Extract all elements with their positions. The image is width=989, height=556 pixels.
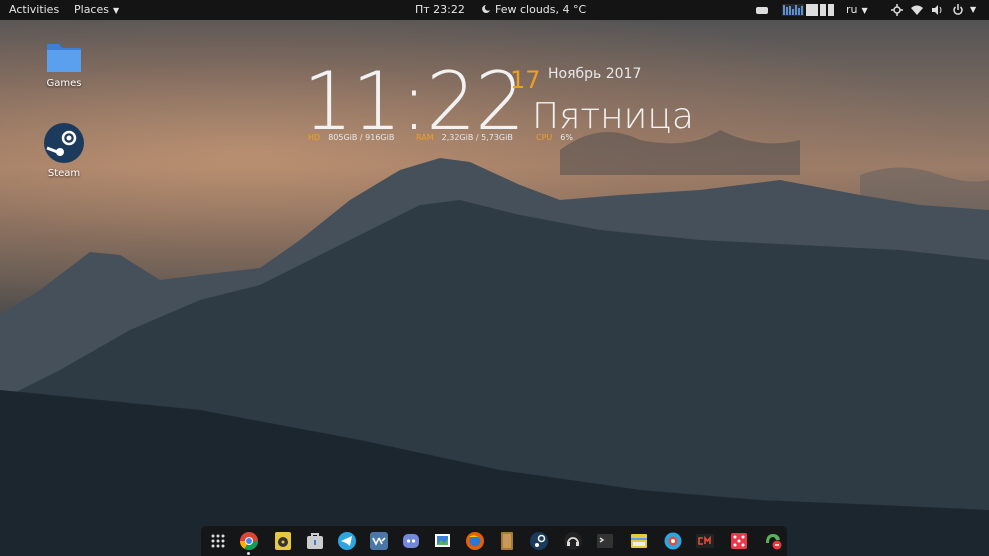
conky-stat-ram: RAM 2,32GiB / 5,73GiB: [416, 133, 513, 142]
places-label: Places: [74, 3, 109, 16]
stat-value: 2,32GiB / 5,73GiB: [441, 133, 513, 142]
chevron-down-icon[interactable]: ▼: [970, 0, 976, 20]
wifi-icon[interactable]: [911, 4, 923, 16]
stat-value: 6%: [560, 133, 573, 142]
vk-icon[interactable]: [369, 531, 389, 551]
stat-key: RAM: [416, 133, 434, 142]
conky-weekday: Пятница: [532, 96, 694, 137]
headset-icon[interactable]: [563, 531, 583, 551]
conky-day: 17: [510, 66, 541, 94]
tray-app-icon[interactable]: [755, 4, 769, 16]
cm-icon[interactable]: [695, 531, 715, 551]
image-viewer-icon[interactable]: [433, 531, 453, 551]
dice-icon[interactable]: [729, 531, 749, 551]
desktop-icon-label: Steam: [47, 168, 81, 179]
firefox-icon[interactable]: [465, 531, 485, 551]
telegram-icon[interactable]: [337, 531, 357, 551]
system-monitor-icon[interactable]: [782, 4, 834, 16]
stat-key: CPU: [536, 133, 553, 142]
crosshair-icon[interactable]: [891, 4, 903, 16]
conky-month-year: Ноябрь 2017: [548, 66, 642, 82]
moon-cloud-icon: [482, 5, 490, 13]
running-indicator: [247, 552, 250, 555]
software-store-icon[interactable]: [305, 531, 325, 551]
update-icon[interactable]: [763, 531, 783, 551]
clock-button[interactable]: Пт 23:22: [415, 0, 465, 20]
weather-button[interactable]: Few clouds, 4 °C: [481, 0, 586, 20]
language-label: ru: [846, 3, 858, 16]
folder-icon: [47, 44, 81, 72]
places-menu[interactable]: Places ▼: [74, 0, 119, 20]
chevron-down-icon: ▼: [861, 6, 868, 15]
volume-icon[interactable]: [931, 4, 943, 16]
terminal-icon[interactable]: [595, 531, 615, 551]
stat-value: 805GiB / 916GiB: [328, 133, 395, 142]
dock: [201, 526, 787, 556]
chrome-icon[interactable]: [239, 531, 259, 551]
steam-icon[interactable]: [529, 531, 549, 551]
stat-key: HD: [308, 133, 321, 142]
language-menu[interactable]: ru ▼: [846, 0, 868, 20]
weather-label: Few clouds, 4 °C: [495, 3, 587, 16]
discord-icon[interactable]: [401, 531, 421, 551]
top-panel: Activities Places ▼ Пт 23:22 Few clouds, …: [0, 0, 989, 20]
activities-button[interactable]: Activities: [9, 0, 59, 20]
desktop-icon-steam[interactable]: Steam: [34, 122, 94, 179]
notes-icon[interactable]: [497, 531, 517, 551]
rhythmbox-icon[interactable]: [273, 531, 293, 551]
desktop-icon-label: Games: [46, 78, 82, 89]
desktop-icon-games[interactable]: Games: [34, 40, 94, 89]
settings-icon[interactable]: [663, 531, 683, 551]
power-icon[interactable]: [952, 4, 964, 16]
chevron-down-icon: ▼: [112, 6, 120, 15]
conky-stat-hd: HD 805GiB / 916GiB: [308, 133, 394, 142]
app-grid-icon[interactable]: [208, 531, 228, 551]
files-icon[interactable]: [629, 531, 649, 551]
conky-stat-cpu: CPU 6%: [536, 133, 573, 142]
steam-icon: [44, 123, 84, 163]
